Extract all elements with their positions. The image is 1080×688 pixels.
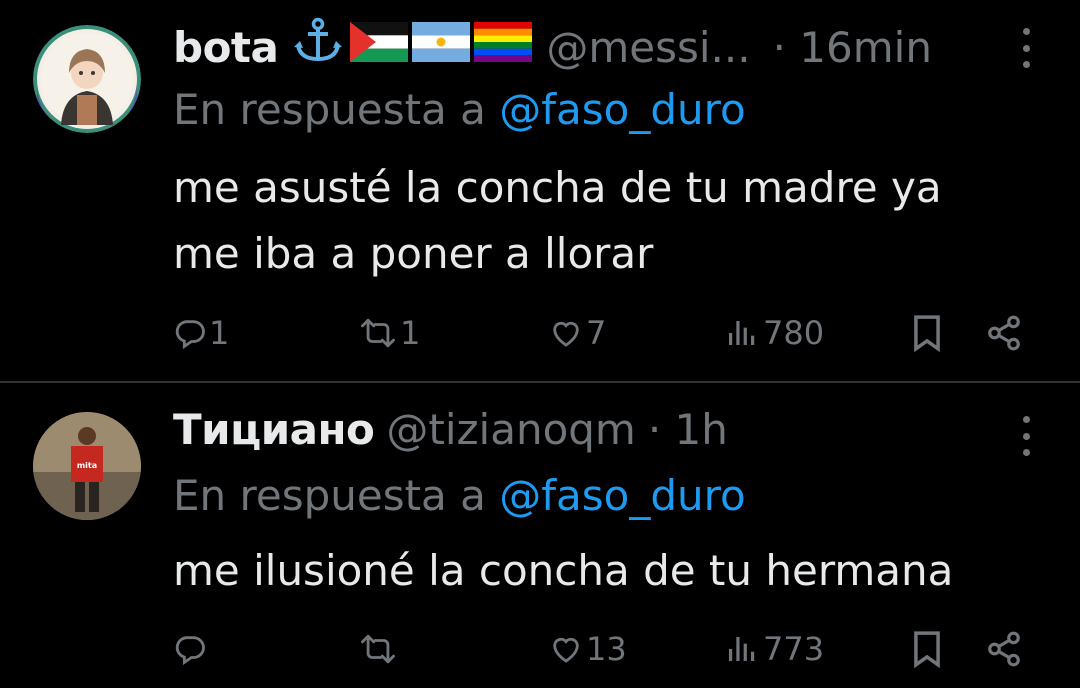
tweet-header: bota @messi... · 16min <box>173 17 932 79</box>
views-icon <box>725 632 757 666</box>
rainbow-flag-icon <box>474 18 533 78</box>
reply-count: 1 <box>209 314 230 352</box>
tweet-1[interactable]: bota @messi... · 16min En respuesta a @f… <box>0 0 1080 380</box>
like-count: 13 <box>586 630 627 668</box>
timestamp[interactable]: · 16min <box>773 18 932 78</box>
tweet-text-line: me ilusioné la concha de tu hermana <box>173 546 954 595</box>
tweet-header: Тициано @tizianoqm · 1h <box>173 400 728 460</box>
tweet-text-line: me iba a poner a llorar <box>173 229 654 278</box>
avatar[interactable]: mita <box>33 412 141 520</box>
views-button[interactable]: 773 <box>725 624 824 674</box>
tweet-actions: 13 773 <box>173 624 1033 674</box>
reply-prefix: En respuesta a <box>173 85 486 134</box>
reply-icon <box>173 316 207 350</box>
user-handle[interactable]: @tizianoqm <box>386 400 635 460</box>
views-button[interactable]: 780 <box>725 308 824 358</box>
share-button[interactable] <box>985 308 1023 358</box>
reply-context: En respuesta a @faso_duro <box>173 80 746 140</box>
anchor-icon <box>290 17 346 79</box>
bookmark-icon <box>911 314 943 352</box>
tweet-text-line: me asusté la concha de tu madre ya <box>173 163 942 212</box>
tweet-2[interactable]: mita Тициано @tizianoqm · 1h En respuest… <box>0 384 1080 688</box>
reply-context: En respuesta a @faso_duro <box>173 466 746 526</box>
name-emojis <box>290 17 533 79</box>
display-name[interactable]: Тициано <box>173 400 375 460</box>
view-count: 780 <box>763 314 825 352</box>
more-options-icon[interactable] <box>1016 416 1036 456</box>
views-icon <box>725 316 757 350</box>
like-button[interactable]: 7 <box>548 308 606 358</box>
tweet-actions: 1 1 7 780 <box>173 308 1033 358</box>
svg-text:mita: mita <box>77 461 97 470</box>
more-options-icon[interactable] <box>1016 28 1036 68</box>
like-button[interactable]: 13 <box>548 624 627 674</box>
retweet-icon <box>358 316 398 350</box>
view-count: 773 <box>763 630 825 668</box>
reply-prefix: En respuesta a <box>173 471 486 520</box>
share-button[interactable] <box>985 624 1023 674</box>
palestine-flag-icon <box>350 18 409 78</box>
share-icon <box>985 630 1023 668</box>
share-icon <box>985 314 1023 352</box>
argentina-flag-icon <box>412 18 471 78</box>
retweet-count: 1 <box>400 314 421 352</box>
user-handle[interactable]: @messi... <box>546 18 750 78</box>
bookmark-icon <box>911 630 943 668</box>
tweet-text: me ilusioné la concha de tu hermana <box>173 538 1033 604</box>
timestamp[interactable]: · 1h <box>648 400 728 460</box>
heart-icon <box>548 632 584 666</box>
like-count: 7 <box>586 314 607 352</box>
display-name[interactable]: bota <box>173 18 279 78</box>
reply-button[interactable] <box>173 624 207 674</box>
retweet-button[interactable]: 1 <box>358 308 420 358</box>
tweet-text: me asusté la concha de tu madre ya me ib… <box>173 155 1033 287</box>
reply-icon <box>173 632 207 666</box>
reply-mention-link[interactable]: @faso_duro <box>499 85 745 134</box>
retweet-button[interactable] <box>358 624 398 674</box>
bookmark-button[interactable] <box>911 308 943 358</box>
reply-button[interactable]: 1 <box>173 308 229 358</box>
tweet-divider <box>0 381 1080 383</box>
heart-icon <box>548 316 584 350</box>
reply-mention-link[interactable]: @faso_duro <box>499 471 745 520</box>
bookmark-button[interactable] <box>911 624 943 674</box>
avatar[interactable] <box>33 25 141 133</box>
retweet-icon <box>358 632 398 666</box>
